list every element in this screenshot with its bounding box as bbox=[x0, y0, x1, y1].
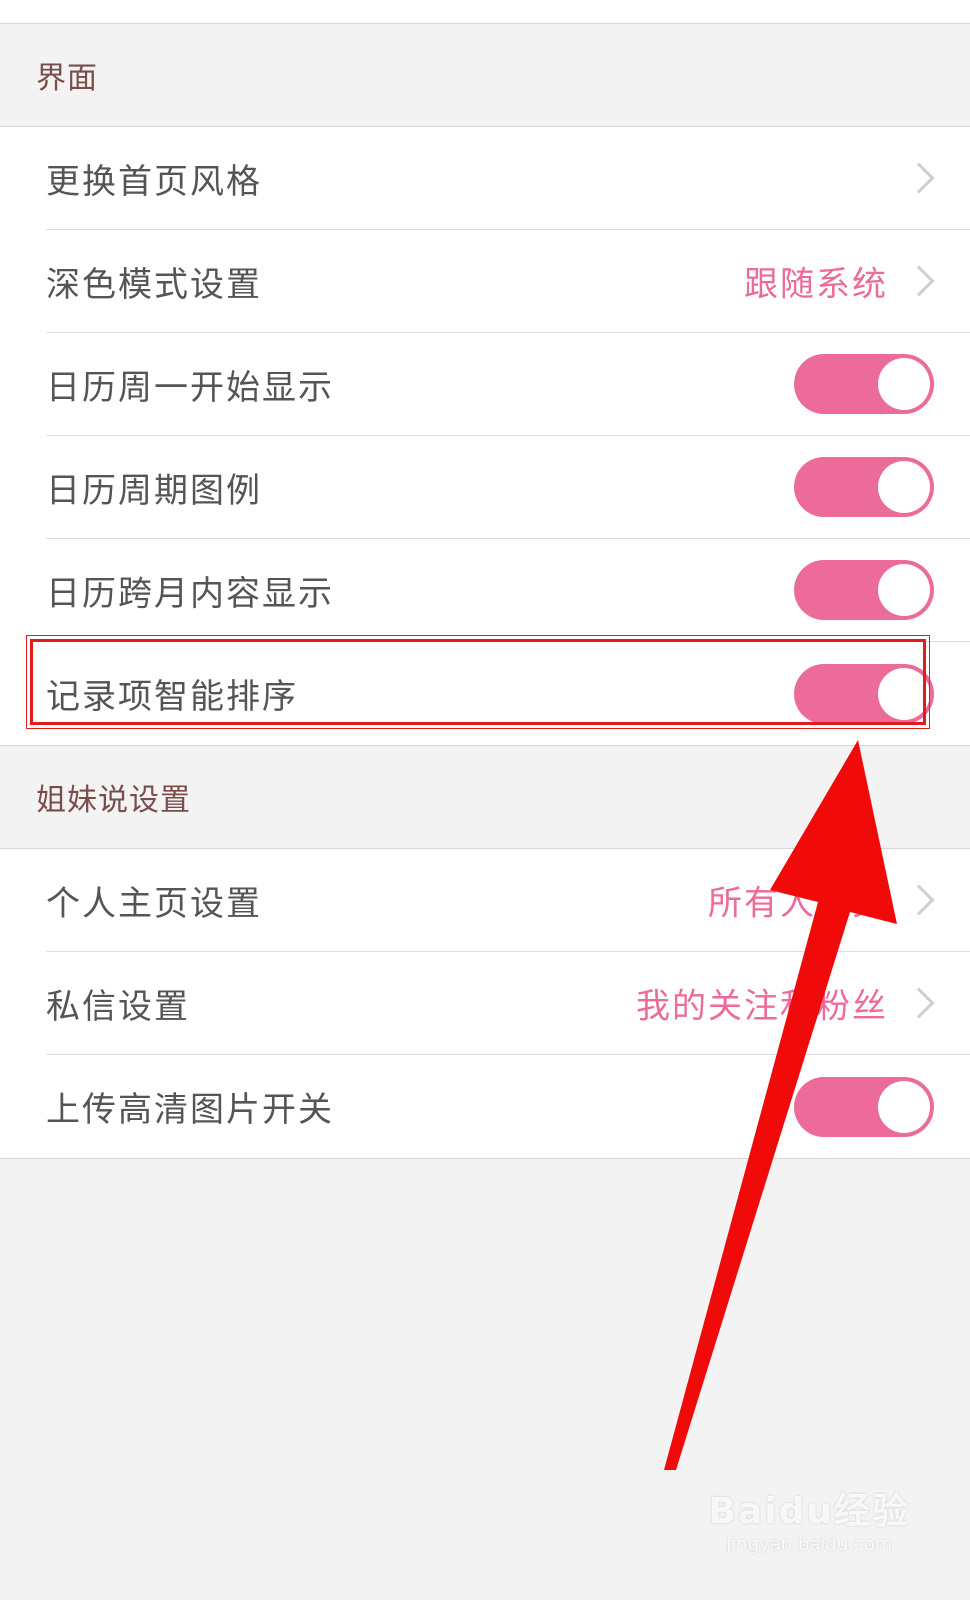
chevron-right-icon bbox=[903, 162, 935, 194]
row-label: 日历周期图例 bbox=[46, 470, 262, 511]
row-label: 更换首页风格 bbox=[46, 161, 262, 202]
toggle-knob bbox=[878, 1080, 930, 1133]
sisters-settings-list: 个人主页设置 所有人可见 私信设置 我的关注和粉丝 上传高清图片开关 bbox=[0, 849, 970, 1159]
row-home-style[interactable]: 更换首页风格 bbox=[46, 127, 970, 230]
toggle-knob bbox=[878, 667, 930, 720]
toggle-switch[interactable] bbox=[794, 1076, 934, 1137]
row-smart-sort: 记录项智能排序 bbox=[46, 642, 970, 745]
row-label: 日历跨月内容显示 bbox=[46, 573, 334, 614]
watermark-logo: Baidu经验 bbox=[708, 1491, 910, 1532]
row-label: 私信设置 bbox=[46, 986, 190, 1027]
settings-page: 界面 更换首页风格 深色模式设置 跟随系统 日历周一开始显示 日历周期图例 日历… bbox=[0, 0, 970, 1600]
toggle-switch[interactable] bbox=[794, 457, 934, 517]
toggle-knob bbox=[878, 461, 930, 513]
row-label: 日历周一开始显示 bbox=[46, 367, 334, 408]
row-value: 跟随系统 bbox=[744, 264, 888, 305]
row-label: 记录项智能排序 bbox=[46, 677, 298, 717]
interface-settings-list: 更换首页风格 深色模式设置 跟随系统 日历周一开始显示 日历周期图例 日历跨月内… bbox=[0, 127, 970, 746]
row-dark-mode[interactable]: 深色模式设置 跟随系统 bbox=[46, 230, 970, 333]
row-label: 上传高清图片开关 bbox=[46, 1090, 334, 1130]
toggle-knob bbox=[878, 564, 930, 616]
chevron-right-icon bbox=[903, 265, 935, 297]
toggle-switch[interactable] bbox=[794, 560, 934, 620]
chevron-right-icon bbox=[903, 884, 935, 916]
watermark: Baidu经验 jingyan.baidu.com bbox=[709, 1482, 910, 1555]
section-header-interface: 界面 bbox=[0, 24, 970, 127]
section-header-sisters: 姐妹说设置 bbox=[0, 746, 970, 849]
toggle-knob bbox=[878, 358, 930, 410]
watermark-url: jingyan.baidu.com bbox=[726, 1534, 893, 1555]
row-value: 我的关注和粉丝 bbox=[636, 986, 888, 1027]
row-week-start-monday: 日历周一开始显示 bbox=[46, 333, 970, 436]
row-value: 所有人可见 bbox=[708, 883, 888, 924]
row-hd-upload: 上传高清图片开关 bbox=[46, 1055, 970, 1158]
toggle-switch[interactable] bbox=[794, 663, 934, 724]
section-title: 界面 bbox=[36, 61, 98, 96]
row-message-settings[interactable]: 私信设置 我的关注和粉丝 bbox=[46, 952, 970, 1055]
row-calendar-legend: 日历周期图例 bbox=[46, 436, 970, 539]
top-strip bbox=[0, 0, 970, 24]
section-title: 姐妹说设置 bbox=[36, 783, 191, 818]
row-label: 个人主页设置 bbox=[46, 883, 262, 924]
row-cross-month-display: 日历跨月内容显示 bbox=[46, 539, 970, 642]
row-label: 深色模式设置 bbox=[46, 264, 262, 305]
row-profile-settings[interactable]: 个人主页设置 所有人可见 bbox=[46, 849, 970, 952]
chevron-right-icon bbox=[903, 987, 935, 1019]
toggle-switch[interactable] bbox=[794, 354, 934, 414]
